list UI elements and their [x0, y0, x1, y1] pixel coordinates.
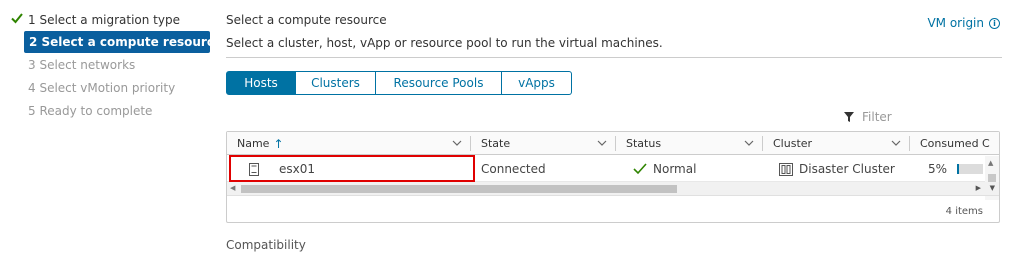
scroll-right-icon[interactable]: ▶	[976, 184, 981, 192]
page-title: Select a compute resource	[226, 13, 387, 27]
scroll-left-icon[interactable]: ◀	[230, 184, 235, 192]
step-select-networks[interactable]: 3 Select networks	[6, 53, 210, 76]
consumed-progress-bar	[957, 164, 984, 174]
cluster-icon	[779, 162, 793, 176]
vm-origin-link[interactable]: VM origin i	[927, 16, 1000, 30]
chevron-down-icon	[744, 140, 754, 146]
step-label: 3 Select networks	[28, 57, 136, 72]
chevron-down-icon	[597, 140, 607, 146]
cell-consumed: 5%	[928, 156, 984, 182]
item-count: 4 items	[945, 206, 983, 217]
column-header-status[interactable]: Status	[616, 132, 762, 155]
tab-hosts[interactable]: Hosts	[226, 71, 296, 95]
column-header-cluster[interactable]: Cluster	[763, 132, 909, 155]
chevron-down-icon	[891, 140, 901, 146]
status-text: Normal	[653, 162, 697, 176]
consumed-value: 5%	[928, 162, 948, 176]
scroll-up-icon[interactable]: ▲	[988, 159, 993, 167]
step-select-compute-resource[interactable]: 2 Select a compute resource	[24, 31, 222, 53]
check-icon	[11, 13, 23, 24]
step-ready-to-complete[interactable]: 5 Ready to complete	[6, 99, 210, 122]
horizontal-scroll-thumb[interactable]	[241, 185, 677, 193]
step-select-vmotion-priority[interactable]: 4 Select vMotion priority	[6, 76, 210, 99]
step-select-migration-type[interactable]: 1 Select a migration type	[6, 8, 210, 31]
scroll-down-icon[interactable]: ▼	[990, 184, 995, 192]
main-panel: Select a compute resource Select a clust…	[226, 0, 1002, 256]
filter-placeholder: Filter	[862, 110, 892, 124]
step-label: 2 Select a compute resource	[29, 35, 223, 49]
page-subtitle: Select a cluster, host, vApp or resource…	[226, 36, 663, 50]
tab-resource-pools[interactable]: Resource Pools	[376, 71, 502, 95]
tab-vapps[interactable]: vApps	[502, 71, 572, 95]
wizard-steps: 1 Select a migration type 2 Select a com…	[6, 8, 222, 122]
highlight-box	[229, 155, 475, 182]
hosts-grid: Name ↑ State Status Cluster Consumed C e…	[226, 131, 1000, 223]
filter-icon	[844, 112, 854, 122]
sort-ascending-icon: ↑	[273, 136, 284, 151]
grid-header: Name ↑ State Status Cluster Consumed C	[227, 132, 999, 155]
consumed-progress-fill	[957, 164, 960, 174]
tab-clusters[interactable]: Clusters	[296, 71, 376, 95]
cell-cluster[interactable]: Disaster Cluster	[779, 156, 909, 182]
cell-state: Connected	[481, 162, 546, 176]
compatibility-heading: Compatibility	[226, 238, 306, 252]
divider	[226, 57, 1002, 58]
step-label: 4 Select vMotion priority	[28, 80, 176, 95]
column-header-consumed-cpu[interactable]: Consumed C	[910, 132, 999, 155]
cell-status: Normal	[633, 156, 761, 182]
info-icon: i	[989, 17, 1000, 29]
column-header-name[interactable]: Name ↑	[227, 132, 470, 155]
tab-bar: Hosts Clusters Resource Pools vApps	[226, 71, 572, 95]
step-label: 1 Select a migration type	[28, 12, 180, 27]
horizontal-scrollbar[interactable]: ◀ ▶ ▼	[227, 182, 999, 196]
filter-input[interactable]: Filter	[842, 107, 1000, 127]
step-label: 5 Ready to complete	[28, 103, 153, 118]
check-icon	[633, 163, 647, 175]
cluster-name: Disaster Cluster	[799, 162, 895, 176]
vm-origin-label: VM origin	[927, 16, 984, 30]
chevron-down-icon	[452, 140, 462, 146]
column-header-state[interactable]: State	[471, 132, 615, 155]
